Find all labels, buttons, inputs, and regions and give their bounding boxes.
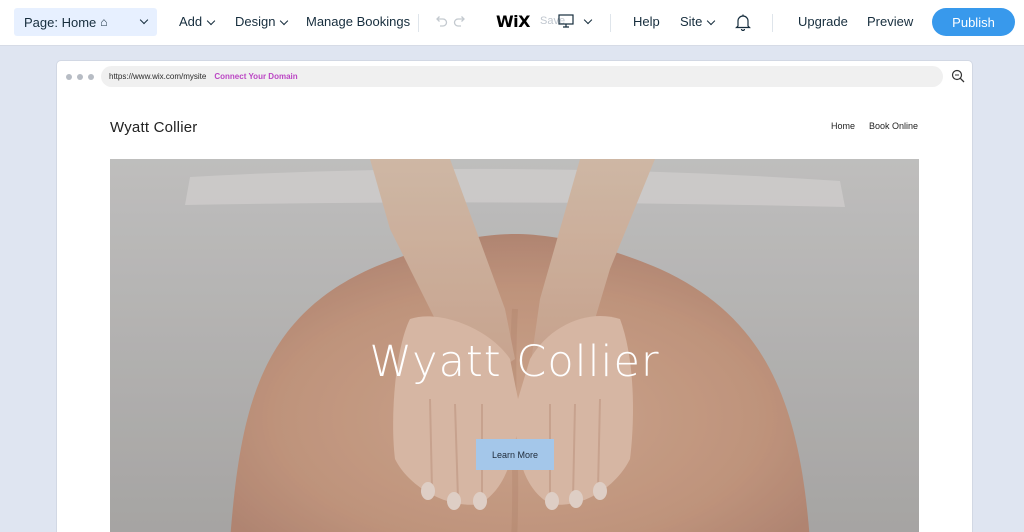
publish-label: Publish (952, 14, 995, 30)
preview-link[interactable]: Preview (867, 14, 913, 29)
chevron-down-icon[interactable] (583, 15, 593, 25)
site-header-title[interactable]: Wyatt Collier (110, 119, 197, 136)
address-bar: https://www.wix.com/mysite Connect Your … (101, 66, 943, 87)
publish-button[interactable]: Publish (932, 8, 1015, 36)
site-nav-book-online[interactable]: Book Online (869, 121, 918, 131)
site-url: https://www.wix.com/mysite (109, 72, 207, 81)
upgrade-link[interactable]: Upgrade (798, 14, 848, 29)
manage-bookings-label: Manage Bookings (306, 14, 411, 29)
help-menu[interactable]: Help (633, 14, 660, 29)
page-selector[interactable]: Page: Home ⌂ (14, 8, 157, 36)
desktop-icon[interactable] (558, 14, 574, 28)
add-menu-label: Add (179, 14, 203, 29)
chevron-down-icon (139, 15, 149, 25)
site-preview-frame: https://www.wix.com/mysite Connect Your … (57, 61, 972, 532)
chevron-down-icon (206, 16, 216, 26)
hero-section[interactable]: Wyatt Collier Learn More (110, 159, 919, 532)
design-menu-label: Design (235, 14, 276, 29)
home-icon: ⌂ (100, 15, 108, 29)
redo-icon[interactable] (452, 13, 468, 29)
connect-domain-link[interactable]: Connect Your Domain (214, 72, 297, 81)
editor-top-bar: Page: Home ⌂ Add Design Manage Bookings … (0, 0, 1024, 46)
design-menu[interactable]: Design (235, 14, 289, 29)
hero-title[interactable]: Wyatt Collier (110, 337, 919, 387)
upgrade-label: Upgrade (798, 14, 848, 29)
help-label: Help (633, 14, 660, 29)
window-dots (66, 74, 94, 80)
preview-label: Preview (867, 14, 914, 29)
learn-more-label: Learn More (491, 449, 539, 460)
chevron-down-icon (280, 16, 289, 26)
site-menu[interactable]: Site (680, 14, 716, 29)
learn-more-button[interactable]: Learn More (476, 439, 554, 470)
divider (772, 14, 773, 32)
divider (418, 14, 419, 32)
wix-logo: WiX (496, 12, 530, 31)
zoom-icon[interactable] (951, 69, 965, 83)
chevron-down-icon (707, 16, 716, 26)
undo-icon[interactable] (433, 13, 449, 29)
bell-icon[interactable] (735, 13, 751, 31)
page-selector-label: Page: Home (24, 14, 97, 30)
site-nav-home[interactable]: Home (831, 121, 855, 131)
add-menu[interactable]: Add (179, 14, 216, 29)
manage-bookings-menu[interactable]: Manage Bookings (306, 14, 410, 29)
site-label: Site (680, 14, 703, 29)
divider (610, 14, 611, 32)
